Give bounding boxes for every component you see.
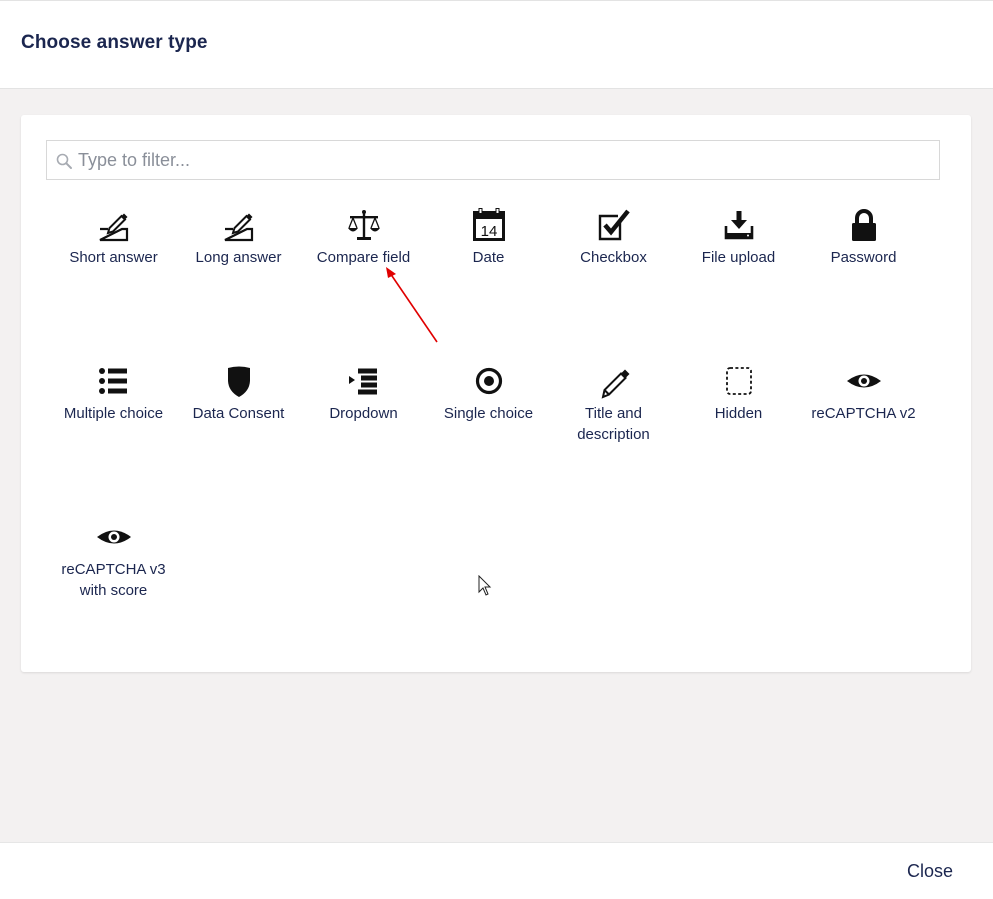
pencil-icon	[594, 364, 634, 400]
list-icon	[94, 364, 134, 400]
answer-type-label: Password	[830, 249, 897, 266]
answer-type-label: reCAPTCHA v2	[811, 405, 916, 422]
mouse-cursor-icon	[478, 575, 492, 596]
answer-type-file-upload[interactable]: File upload	[676, 208, 801, 268]
answer-type-long-answer[interactable]: Long answer	[176, 208, 301, 268]
filter-box[interactable]	[46, 140, 940, 180]
answer-type-label: Compare field	[316, 249, 411, 266]
pencil-field-icon	[94, 208, 134, 244]
radio-icon	[469, 364, 509, 400]
upload-icon	[719, 208, 759, 244]
dialog-footer: Close	[0, 842, 993, 899]
answer-type-single-choice[interactable]: Single choice	[426, 364, 551, 424]
answer-type-recaptcha-v2[interactable]: reCAPTCHA v2	[801, 364, 926, 424]
answer-type-label: Checkbox	[580, 249, 647, 266]
answer-type-label: Long answer	[195, 249, 282, 266]
scales-icon	[344, 208, 384, 244]
answer-type-label: Short answer	[69, 249, 158, 266]
calendar-icon: 14	[469, 208, 509, 244]
calendar-day-text: 14	[480, 223, 497, 240]
close-button[interactable]: Close	[907, 861, 953, 882]
answer-type-label: Single choice	[443, 405, 534, 422]
dropdown-list-icon	[344, 364, 384, 400]
answer-type-compare-field[interactable]: Compare field	[301, 208, 426, 268]
search-icon	[56, 153, 72, 169]
answer-type-label: Dropdown	[329, 405, 398, 422]
answer-type-checkbox[interactable]: Checkbox	[551, 208, 676, 268]
answer-type-hidden[interactable]: Hidden	[676, 364, 801, 424]
shield-icon	[219, 364, 259, 400]
answer-type-dropdown[interactable]: Dropdown	[301, 364, 426, 424]
checkbox-icon	[594, 208, 634, 244]
answer-type-label: Data Consent	[192, 405, 285, 422]
answer-type-label: Date	[472, 249, 505, 266]
answer-type-multiple-choice[interactable]: Multiple choice	[51, 364, 176, 424]
answer-type-label: Hidden	[714, 405, 763, 422]
answer-type-title-and-description[interactable]: Title and description	[551, 364, 676, 445]
answer-type-panel: Short answer Long answer	[21, 115, 971, 672]
pencil-field-icon	[219, 208, 259, 244]
answer-type-date[interactable]: 14 Date	[426, 208, 551, 268]
answer-type-short-answer[interactable]: Short answer	[51, 208, 176, 268]
filter-input[interactable]	[78, 141, 928, 179]
answer-type-label: Title and description	[577, 405, 650, 443]
answer-type-password[interactable]: Password	[801, 208, 926, 268]
answer-type-label: Multiple choice	[63, 405, 164, 422]
lock-icon	[844, 208, 884, 244]
answer-type-label: reCAPTCHA v3 with score	[61, 561, 166, 599]
answer-type-data-consent[interactable]: Data Consent	[176, 364, 301, 424]
dialog-title: Choose answer type	[21, 32, 208, 53]
dialog-header: Choose answer type	[0, 0, 993, 89]
answer-type-label: File upload	[701, 249, 776, 266]
eye-icon	[844, 364, 884, 400]
dashed-box-icon	[719, 364, 759, 400]
eye-icon	[94, 520, 134, 556]
answer-type-recaptcha-v3[interactable]: reCAPTCHA v3 with score	[51, 520, 176, 601]
